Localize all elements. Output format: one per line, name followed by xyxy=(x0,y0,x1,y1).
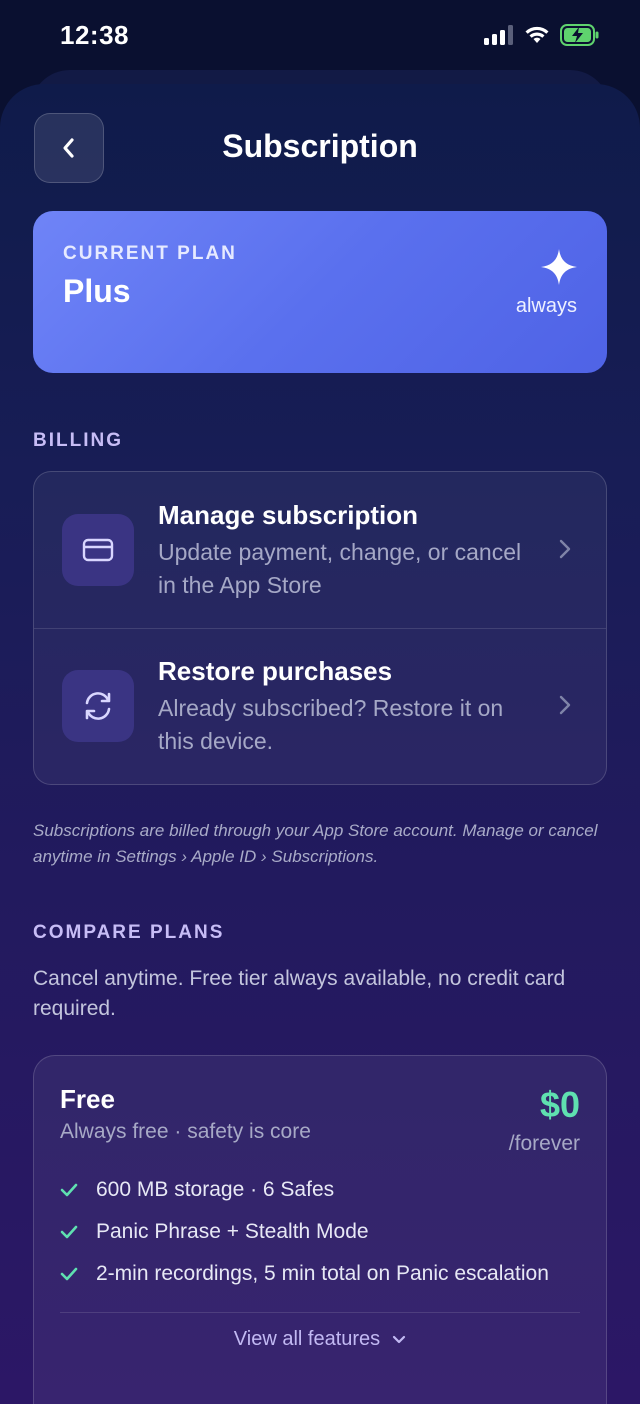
chevron-right-icon xyxy=(559,695,571,715)
card-divider xyxy=(60,1312,580,1313)
free-plan-card[interactable]: Free Always free · safety is core $0 /fo… xyxy=(33,1055,607,1404)
manage-subscription-subtitle: Update payment, change, or cancel in the… xyxy=(158,539,522,598)
current-plan-card: CURRENT PLAN Plus always xyxy=(33,211,607,373)
current-plan-kicker: CURRENT PLAN xyxy=(63,243,237,264)
billing-footnote: Subscriptions are billed through your Ap… xyxy=(33,821,598,866)
status-icons xyxy=(484,24,600,46)
free-plan-period: /forever xyxy=(508,1132,580,1155)
feature-item: 2-min recordings, 5 min total on Panic e… xyxy=(60,1262,549,1286)
feature-item: Panic Phrase + Stealth Mode xyxy=(60,1220,369,1244)
view-all-features-button[interactable]: View all features xyxy=(34,1328,606,1351)
signal-icon xyxy=(484,25,513,45)
page-title: Subscription xyxy=(222,128,418,164)
view-all-features-label: View all features xyxy=(233,1328,381,1350)
feature-text: 2-min recordings, 5 min total on Panic e… xyxy=(96,1262,549,1285)
check-icon xyxy=(60,1183,78,1197)
wifi-icon xyxy=(525,26,549,43)
restore-purchases-title: Restore purchases xyxy=(158,656,393,686)
feature-text: Panic Phrase + Stealth Mode xyxy=(96,1220,369,1243)
sparkle-icon xyxy=(541,249,577,285)
status-time: 12:38 xyxy=(60,20,129,50)
free-plan-name: Free xyxy=(60,1084,115,1114)
refresh-icon xyxy=(62,670,134,742)
check-icon xyxy=(60,1225,78,1239)
billing-section-label: BILLING xyxy=(33,430,123,451)
chevron-right-icon xyxy=(559,539,571,559)
chevron-down-icon xyxy=(393,1335,406,1343)
manage-subscription-title: Manage subscription xyxy=(158,500,419,530)
check-icon xyxy=(60,1267,78,1281)
credit-card-icon xyxy=(62,514,134,586)
free-plan-subtitle: Always free · safety is core xyxy=(60,1120,311,1143)
free-plan-price: $0 xyxy=(539,1084,580,1125)
subscription-sheet: Subscription CURRENT PLAN Plus always BI… xyxy=(0,84,640,1404)
compare-section-label: COMPARE PLANS xyxy=(33,922,225,943)
manage-subscription-row[interactable]: Manage subscription Update payment, chan… xyxy=(34,472,606,628)
current-plan-name: Plus xyxy=(63,273,131,309)
restore-purchases-row[interactable]: Restore purchases Already subscribed? Re… xyxy=(34,628,606,784)
feature-item: 600 MB storage · 6 Safes xyxy=(60,1178,334,1202)
feature-text: 600 MB storage · 6 Safes xyxy=(96,1178,335,1201)
status-bar: 12:38 xyxy=(0,0,640,72)
billing-card: Manage subscription Update payment, chan… xyxy=(33,471,607,785)
compare-description: Cancel anytime. Free tier always availab… xyxy=(33,967,566,1020)
current-plan-tag: always xyxy=(515,295,577,317)
restore-purchases-subtitle: Already subscribed? Restore it on this d… xyxy=(158,695,504,754)
battery-charging-icon xyxy=(560,24,599,46)
